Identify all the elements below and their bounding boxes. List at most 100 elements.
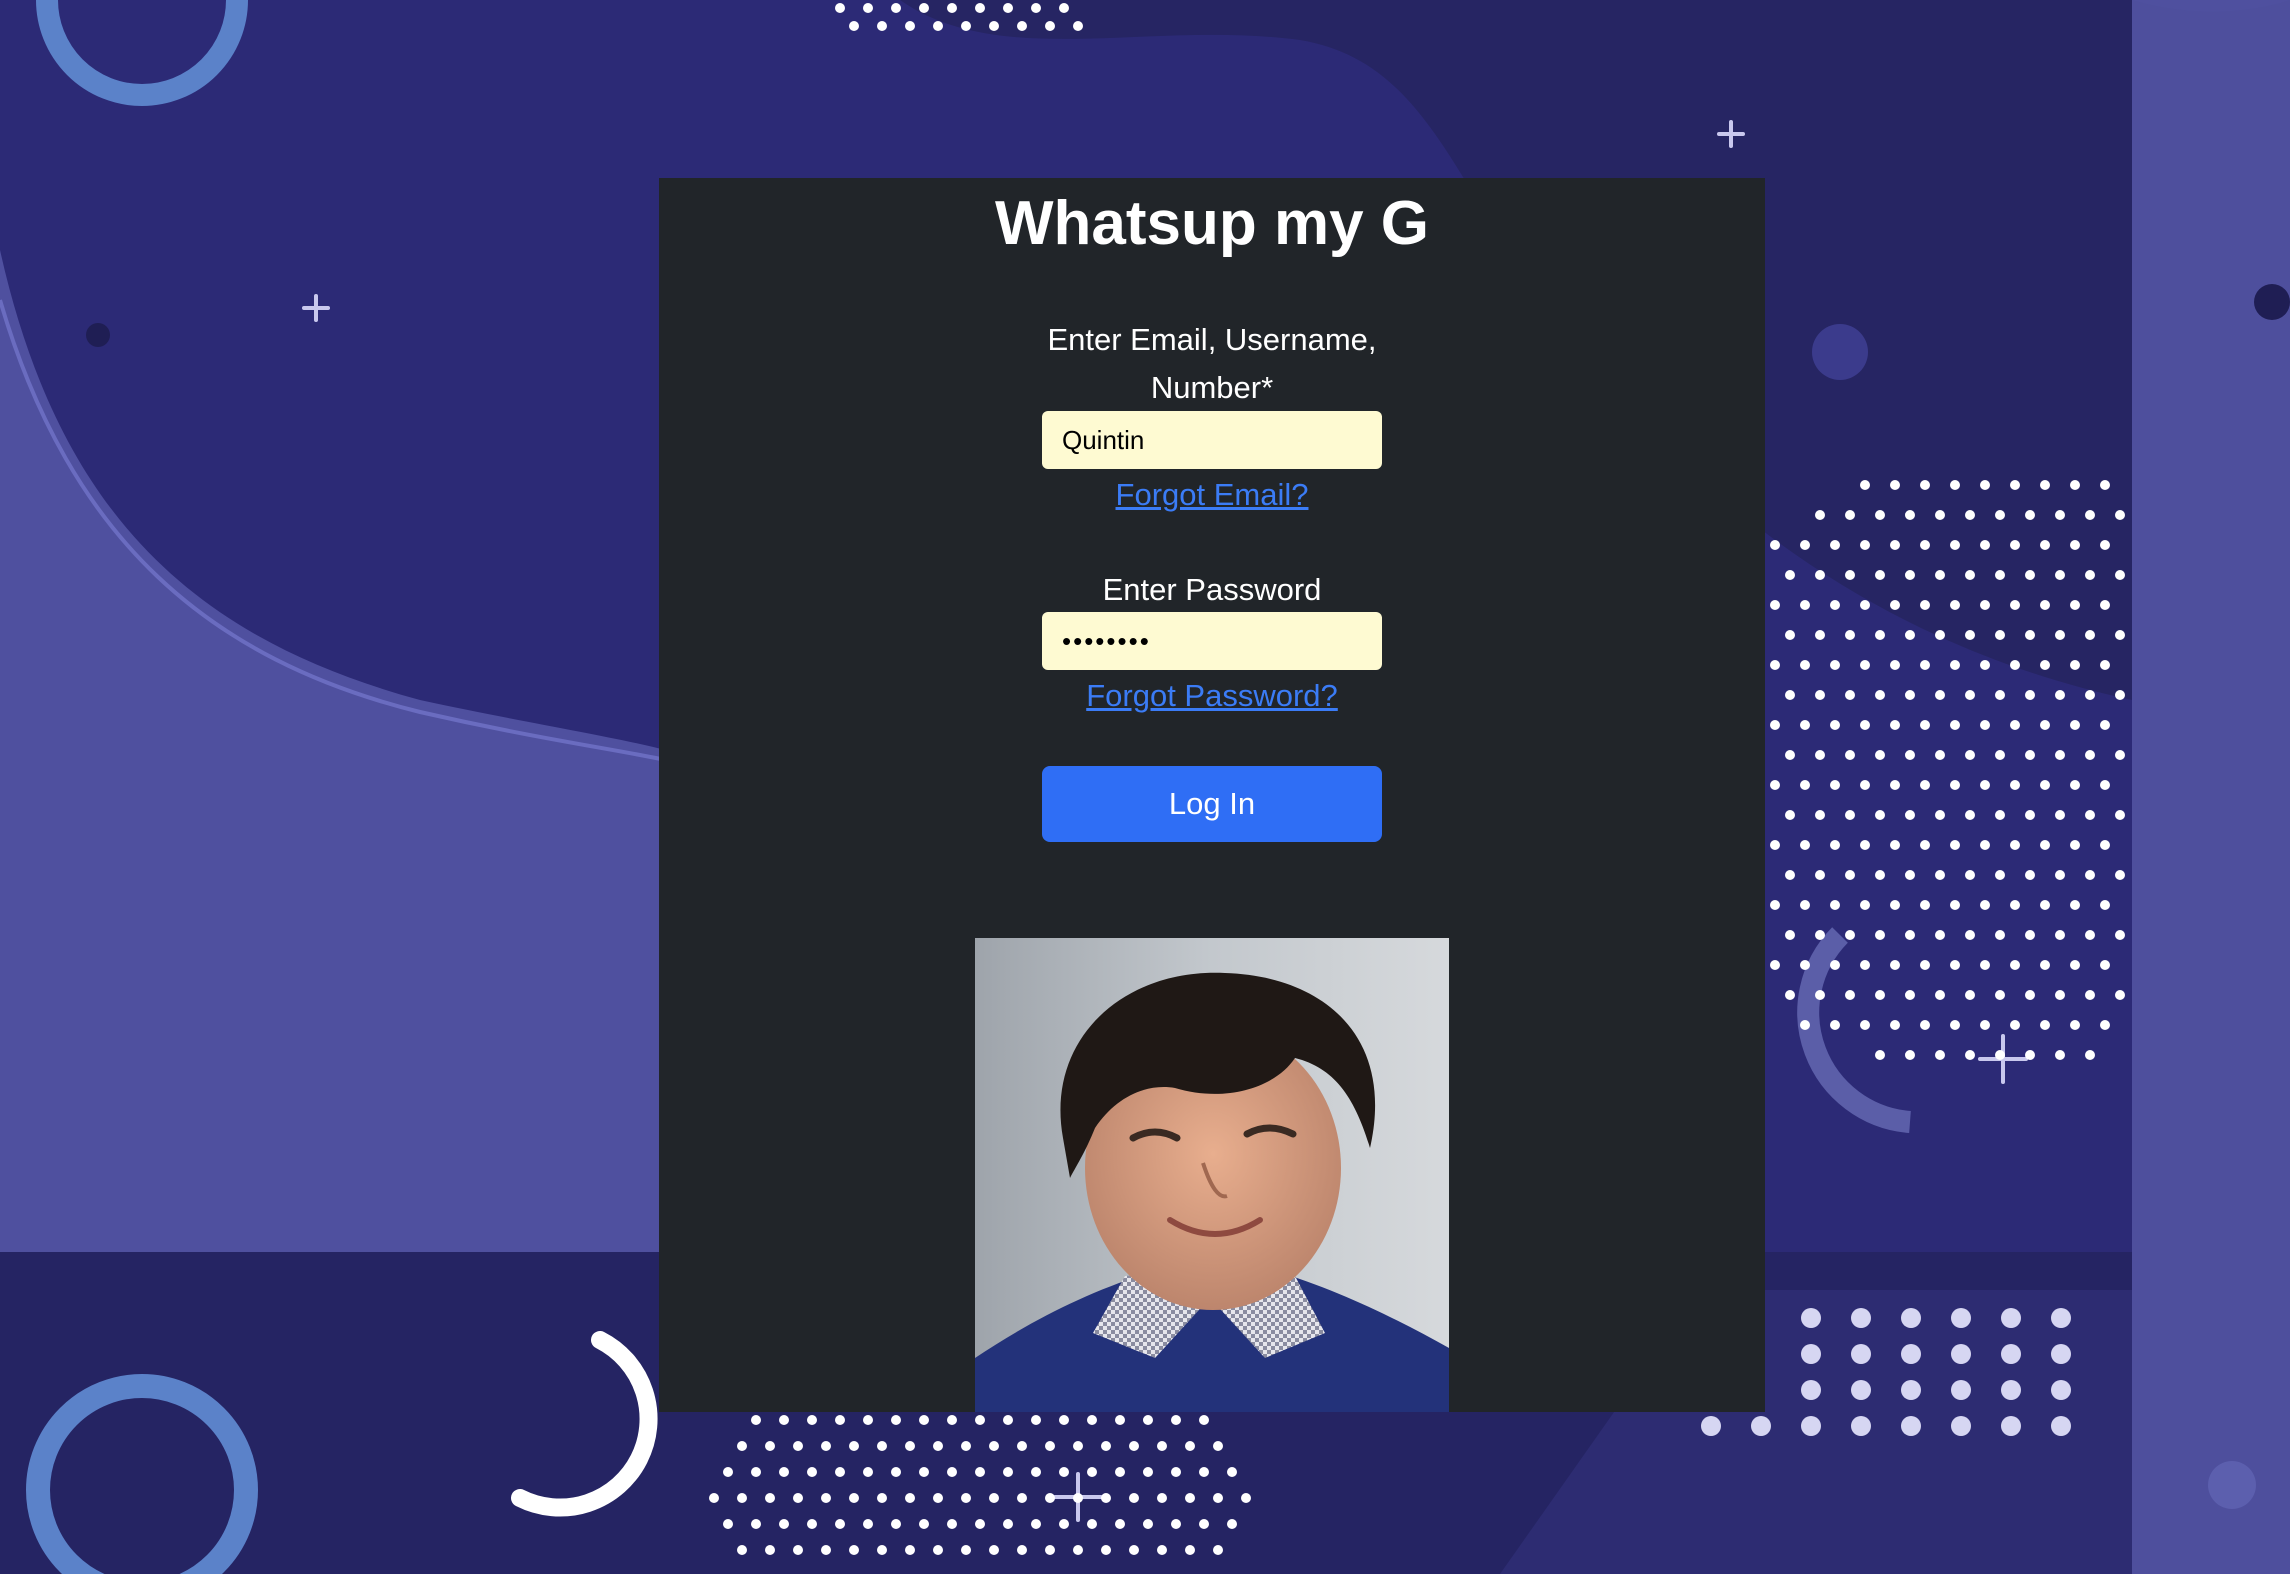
decorative-dot xyxy=(1143,1519,1153,1529)
decorative-dot xyxy=(2025,930,2035,940)
decorative-dot xyxy=(1890,1020,1900,1030)
decorative-dot xyxy=(821,1493,831,1503)
decorative-dot xyxy=(891,1467,901,1477)
decorative-dot xyxy=(2100,540,2110,550)
decorative-dot xyxy=(891,3,901,13)
decorative-dot xyxy=(947,1415,957,1425)
decorative-dot xyxy=(1875,570,1885,580)
decorative-dot xyxy=(2055,1050,2065,1060)
decorative-dot xyxy=(1935,750,1945,760)
decorative-dot xyxy=(1920,1020,1930,1030)
decorative-dot xyxy=(1785,810,1795,820)
decorative-dot xyxy=(1951,1416,1971,1436)
decorative-dot xyxy=(737,1441,747,1451)
decorative-dot xyxy=(1875,810,1885,820)
decorative-dot xyxy=(2040,600,2050,610)
decorative-dot xyxy=(765,1545,775,1555)
password-input[interactable] xyxy=(1042,612,1382,670)
decorative-dot xyxy=(1901,1308,1921,1328)
decorative-dot xyxy=(2085,930,2095,940)
decorative-dot xyxy=(1950,960,1960,970)
decorative-dot xyxy=(1045,1545,1055,1555)
decorative-dot xyxy=(1935,570,1945,580)
decorative-dot xyxy=(1830,600,1840,610)
decorative-dot xyxy=(1845,510,1855,520)
decorative-dot xyxy=(1890,480,1900,490)
decorative-dot xyxy=(2025,810,2035,820)
decorative-dot xyxy=(2100,600,2110,610)
decorative-dot xyxy=(1951,1344,1971,1364)
decorative-dot xyxy=(1227,1519,1237,1529)
decorative-dot xyxy=(1980,840,1990,850)
decorative-dot xyxy=(2070,540,2080,550)
decorative-dot xyxy=(2085,630,2095,640)
decorative-dot xyxy=(1995,930,2005,940)
forgot-email-link[interactable]: Forgot Email? xyxy=(659,475,1765,515)
decorative-dot xyxy=(2010,900,2020,910)
decorative-dot xyxy=(2100,660,2110,670)
decorative-dot xyxy=(2051,1344,2071,1364)
forgot-password-link[interactable]: Forgot Password? xyxy=(659,676,1765,716)
decorative-dot xyxy=(1171,1467,1181,1477)
decorative-dot xyxy=(1875,690,1885,700)
decorative-dot xyxy=(1950,480,1960,490)
decorative-dot xyxy=(849,21,859,31)
decorative-dot xyxy=(1185,1493,1195,1503)
decorative-dot xyxy=(1199,1415,1209,1425)
decorative-dot xyxy=(2025,990,2035,1000)
decorative-dot xyxy=(989,1493,999,1503)
decorative-dot xyxy=(1800,900,1810,910)
decorative-dot xyxy=(1800,600,1810,610)
decorative-dot xyxy=(2001,1416,2021,1436)
decorative-dot xyxy=(1860,840,1870,850)
decorative-dot xyxy=(1965,510,1975,520)
decorative-dot xyxy=(1965,690,1975,700)
decorative-dot xyxy=(1059,3,1069,13)
decorative-dot xyxy=(919,1467,929,1477)
login-button[interactable]: Log In xyxy=(1042,766,1382,842)
decorative-dot xyxy=(989,21,999,31)
decorative-dot xyxy=(1890,960,1900,970)
decorative-dot xyxy=(2085,510,2095,520)
decorative-dot xyxy=(1890,840,1900,850)
decorative-dot xyxy=(1980,960,1990,970)
decorative-dot xyxy=(1950,720,1960,730)
decorative-dot xyxy=(2055,810,2065,820)
decorative-dot xyxy=(975,1519,985,1529)
decorative-dot xyxy=(947,3,957,13)
decorative-dot xyxy=(1073,1441,1083,1451)
decorative-dot xyxy=(1950,900,1960,910)
email-input[interactable] xyxy=(1042,411,1382,469)
decorative-dot xyxy=(751,1415,761,1425)
email-label: Enter Email, Username, Number* xyxy=(659,316,1765,412)
decorative-dot xyxy=(1995,750,2005,760)
email-label-text: Enter Email, Username, Number* xyxy=(1047,322,1377,405)
decorative-dot xyxy=(1980,720,1990,730)
decorative-dot xyxy=(1875,990,1885,1000)
decorative-dot xyxy=(2100,480,2110,490)
decorative-dot xyxy=(2115,990,2125,1000)
decorative-dot xyxy=(933,1441,943,1451)
decorative-dot xyxy=(1905,750,1915,760)
decorative-dot xyxy=(1935,870,1945,880)
decorative-dot xyxy=(1905,930,1915,940)
decorative-dot xyxy=(1995,630,2005,640)
decorative-dot xyxy=(1965,1050,1975,1060)
decorative-dot xyxy=(1115,1519,1125,1529)
decorative-dot xyxy=(2100,1020,2110,1030)
decorative-dot xyxy=(835,1415,845,1425)
decorative-dot xyxy=(1143,1467,1153,1477)
decorative-dot xyxy=(2115,870,2125,880)
decorative-dot xyxy=(2010,720,2020,730)
decorative-dot xyxy=(1965,570,1975,580)
decorative-dot xyxy=(779,1415,789,1425)
decorative-dot xyxy=(1031,3,1041,13)
decorative-dot xyxy=(933,1545,943,1555)
decorative-dot xyxy=(1950,780,1960,790)
decorative-dot xyxy=(1995,1050,2005,1060)
decorative-dot xyxy=(1851,1416,1871,1436)
decorative-dot xyxy=(1171,1415,1181,1425)
page-background: Whatsup my G Enter Email, Username, Numb… xyxy=(0,0,2290,1574)
decorative-dot xyxy=(2070,720,2080,730)
decorative-dot xyxy=(1751,1416,1771,1436)
